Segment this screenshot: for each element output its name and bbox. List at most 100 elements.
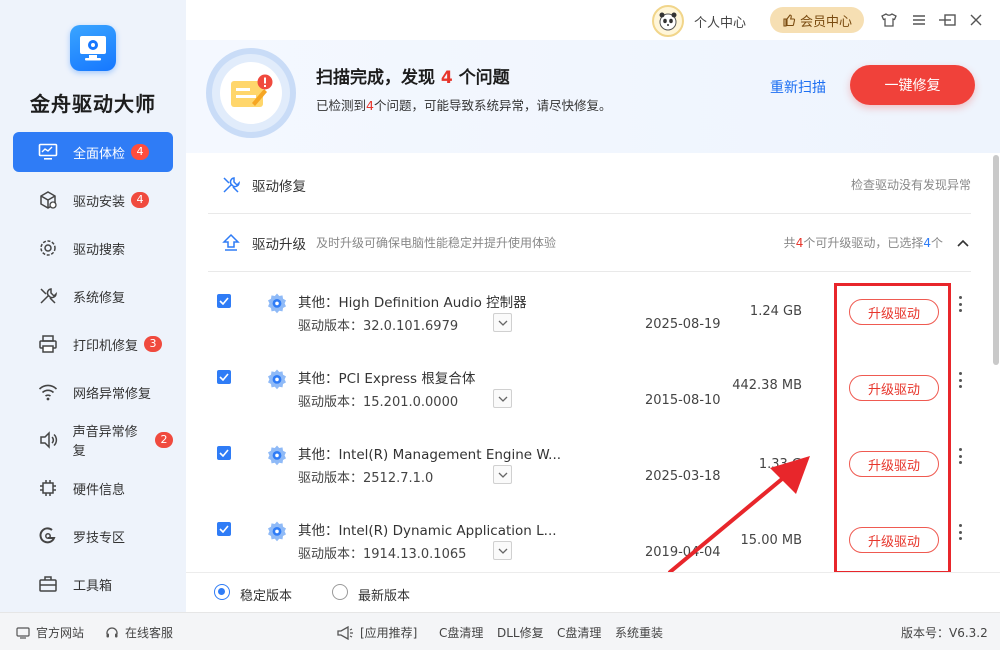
check-icon [219, 373, 229, 381]
driver-date: 2025-08-19 [645, 317, 721, 332]
driver-gear-icon [268, 293, 286, 314]
version-options-bar: 稳定版本 最新版本 [186, 572, 1000, 612]
more-options-icon[interactable] [953, 369, 967, 391]
more-options-icon[interactable] [953, 445, 967, 467]
sidebar-item-label: 罗技专区 [73, 530, 126, 546]
close-icon[interactable] [966, 10, 986, 30]
online-support-link[interactable]: 在线客服 [105, 624, 173, 641]
sidebar-nav: 全面体检 4 驱动安装 4 驱动搜索 系统修复 打印机修复 3 网络异常修复 声… [13, 132, 173, 612]
count-badge: 4 [131, 192, 150, 208]
driver-gear-icon [268, 369, 286, 390]
count-badge: 4 [131, 144, 150, 160]
scan-status-ring [206, 48, 296, 138]
upgrade-summary: 共4个可升级驱动，已选择4个 [783, 236, 943, 250]
sidebar: 金舟驱动大师 全面体检 4 驱动安装 4 驱动搜索 系统修复 打印机修复 3 网… [0, 0, 186, 617]
sidebar-item-logitech[interactable]: 罗技专区 [13, 516, 173, 556]
sidebar-item-label: 驱动安装 [73, 194, 126, 210]
monitor-gear-icon [80, 36, 106, 61]
upgrade-driver-button[interactable]: 升级驱动 [849, 451, 939, 477]
one-click-fix-button[interactable]: 一键修复 [850, 65, 975, 105]
official-website-link[interactable]: 官方网站 [16, 624, 84, 641]
sidebar-item-printer-repair[interactable]: 打印机修复 3 [13, 324, 173, 364]
maximize-button[interactable] [940, 10, 960, 30]
driver-version: 驱动版本：32.0.101.6979 [298, 319, 459, 334]
sidebar-item-label: 打印机修复 [73, 338, 139, 354]
sidebar-item-label: 网络异常修复 [73, 386, 152, 402]
check-icon [219, 297, 229, 305]
footer-link-system-reinstall[interactable]: 系统重装 [615, 624, 663, 641]
sidebar-item-network-repair[interactable]: 网络异常修复 [13, 372, 173, 412]
upgrade-driver-button[interactable]: 升级驱动 [849, 375, 939, 401]
sidebar-item-system-repair[interactable]: 系统修复 [13, 276, 173, 316]
upgrade-driver-button[interactable]: 升级驱动 [849, 299, 939, 325]
logitech-icon [37, 525, 59, 547]
wifi-icon [37, 381, 59, 403]
driver-checkbox[interactable] [217, 446, 231, 460]
stable-version-radio[interactable] [214, 584, 230, 600]
driver-size: 1.24 GB [749, 304, 802, 319]
driver-date: 2015-08-10 [645, 393, 721, 408]
check-icon [219, 449, 229, 457]
sidebar-item-toolbox[interactable]: 工具箱 [13, 564, 173, 604]
sidebar-item-driver-search[interactable]: 驱动搜索 [13, 228, 173, 268]
version-dropdown[interactable] [493, 541, 512, 560]
driver-row: 其他：PCI Express 根复合体 驱动版本：15.201.0.0000 2… [208, 351, 971, 427]
website-icon [16, 626, 30, 639]
sidebar-item-label: 声音异常修复 [72, 425, 138, 459]
issue-count: 4 [440, 68, 453, 88]
sidebar-item-driver-install[interactable]: 驱动安装 4 [13, 180, 173, 220]
stable-version-label[interactable]: 稳定版本 [240, 585, 292, 604]
upgrade-arrow-icon [220, 232, 242, 254]
sidebar-item-label: 硬件信息 [73, 482, 126, 498]
app-recommend[interactable]: [应用推荐] [336, 624, 417, 641]
more-options-icon[interactable] [953, 293, 967, 315]
wrench-icon [37, 285, 59, 307]
member-center-button[interactable]: 会员中心 [770, 7, 864, 33]
section-title: 驱动升级 [252, 236, 306, 253]
driver-checkbox[interactable] [217, 370, 231, 384]
rescan-button[interactable]: 重新扫描 [770, 77, 826, 97]
scan-result-header: 扫描完成，发现 4 个问题 已检测到4个问题，可能导致系统异常，请尽快修复。 重… [186, 40, 1000, 153]
driver-version: 驱动版本：2512.7.1.0 [298, 471, 434, 486]
panda-avatar-icon [659, 12, 677, 31]
footer-link-c-clean-2[interactable]: C盘清理 [557, 624, 601, 641]
chevron-down-icon [498, 320, 507, 326]
chip-icon [37, 477, 59, 499]
driver-list-panel: 驱动修复 检查驱动没有发现异常 驱动升级 及时升级可确保电脑性能稳定并提升使用体… [186, 153, 992, 572]
version-dropdown[interactable] [493, 313, 512, 332]
sidebar-item-hardware-info[interactable]: 硬件信息 [13, 468, 173, 508]
footer-link-c-clean[interactable]: C盘清理 [439, 624, 483, 641]
avatar[interactable] [652, 5, 684, 37]
sidebar-item-full-check[interactable]: 全面体检 4 [13, 132, 173, 172]
search-gear-icon [37, 237, 59, 259]
skin-icon[interactable] [879, 10, 899, 30]
driver-date: 2025-03-18 [645, 469, 721, 484]
driver-version: 驱动版本：1914.13.0.1065 [298, 547, 467, 562]
version-dropdown[interactable] [493, 465, 512, 484]
scan-subtitle: 已检测到4个问题，可能导致系统异常，请尽快修复。 [316, 98, 612, 113]
menu-icon[interactable] [909, 10, 929, 30]
scan-title: 扫描完成，发现 4 个问题 [316, 68, 510, 88]
monitor-icon [37, 141, 59, 163]
headset-icon [105, 626, 119, 640]
version-dropdown[interactable] [493, 389, 512, 408]
driver-name: 其他：Intel(R) Management Engine W... [298, 447, 562, 463]
latest-version-radio[interactable] [332, 584, 348, 600]
version-label: 版本号：V6.3.2 [901, 626, 988, 640]
driver-checkbox[interactable] [217, 294, 231, 308]
scrollbar-thumb[interactable] [993, 155, 999, 365]
footer-link-dll-repair[interactable]: DLL修复 [497, 624, 544, 641]
driver-upgrade-section[interactable]: 驱动升级 及时升级可确保电脑性能稳定并提升使用体验 共4个可升级驱动，已选择4个 [208, 214, 971, 272]
driver-repair-section: 驱动修复 检查驱动没有发现异常 [208, 156, 971, 214]
toolbox-icon [37, 573, 59, 595]
title-bar: 个人中心 会员中心 [186, 0, 1000, 40]
driver-size: 1.33 G [758, 457, 802, 472]
driver-name: 其他：Intel(R) Dynamic Application L... [298, 523, 557, 539]
chevron-up-icon[interactable] [957, 236, 969, 251]
personal-center-link[interactable]: 个人中心 [694, 12, 746, 31]
latest-version-label[interactable]: 最新版本 [358, 585, 410, 604]
driver-checkbox[interactable] [217, 522, 231, 536]
sidebar-item-sound-repair[interactable]: 声音异常修复 2 [13, 420, 173, 460]
upgrade-driver-button[interactable]: 升级驱动 [849, 527, 939, 553]
more-options-icon[interactable] [953, 521, 967, 543]
